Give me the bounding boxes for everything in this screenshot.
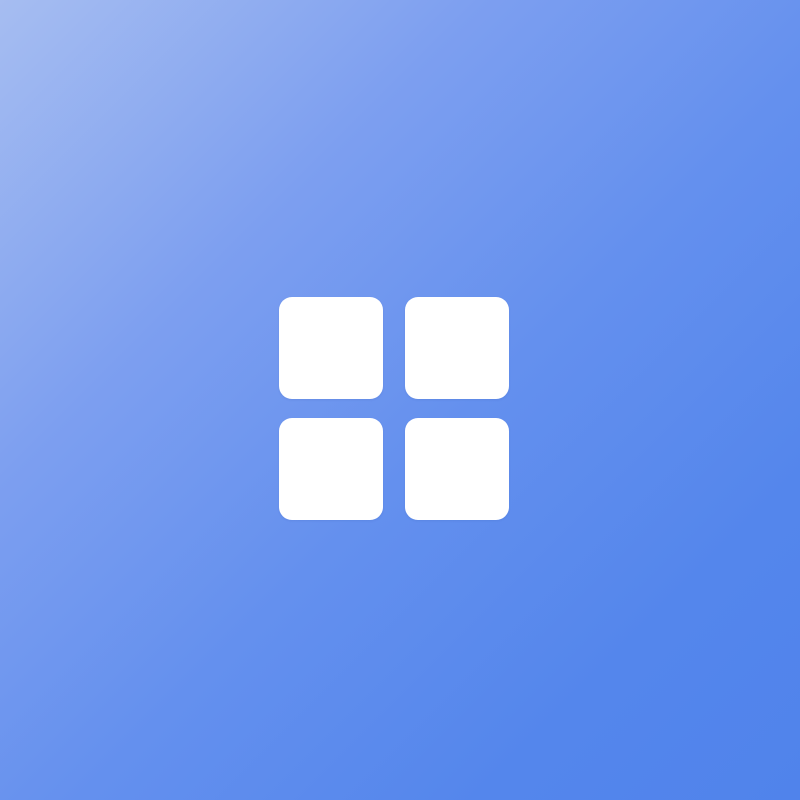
grid-tile-top-left — [279, 297, 383, 399]
grid-tile-top-right — [405, 297, 509, 399]
grid-tile-bottom-left — [279, 418, 383, 520]
splash-screen — [0, 0, 800, 800]
grid-apps-icon — [279, 297, 509, 520]
grid-tile-bottom-right — [405, 418, 509, 520]
